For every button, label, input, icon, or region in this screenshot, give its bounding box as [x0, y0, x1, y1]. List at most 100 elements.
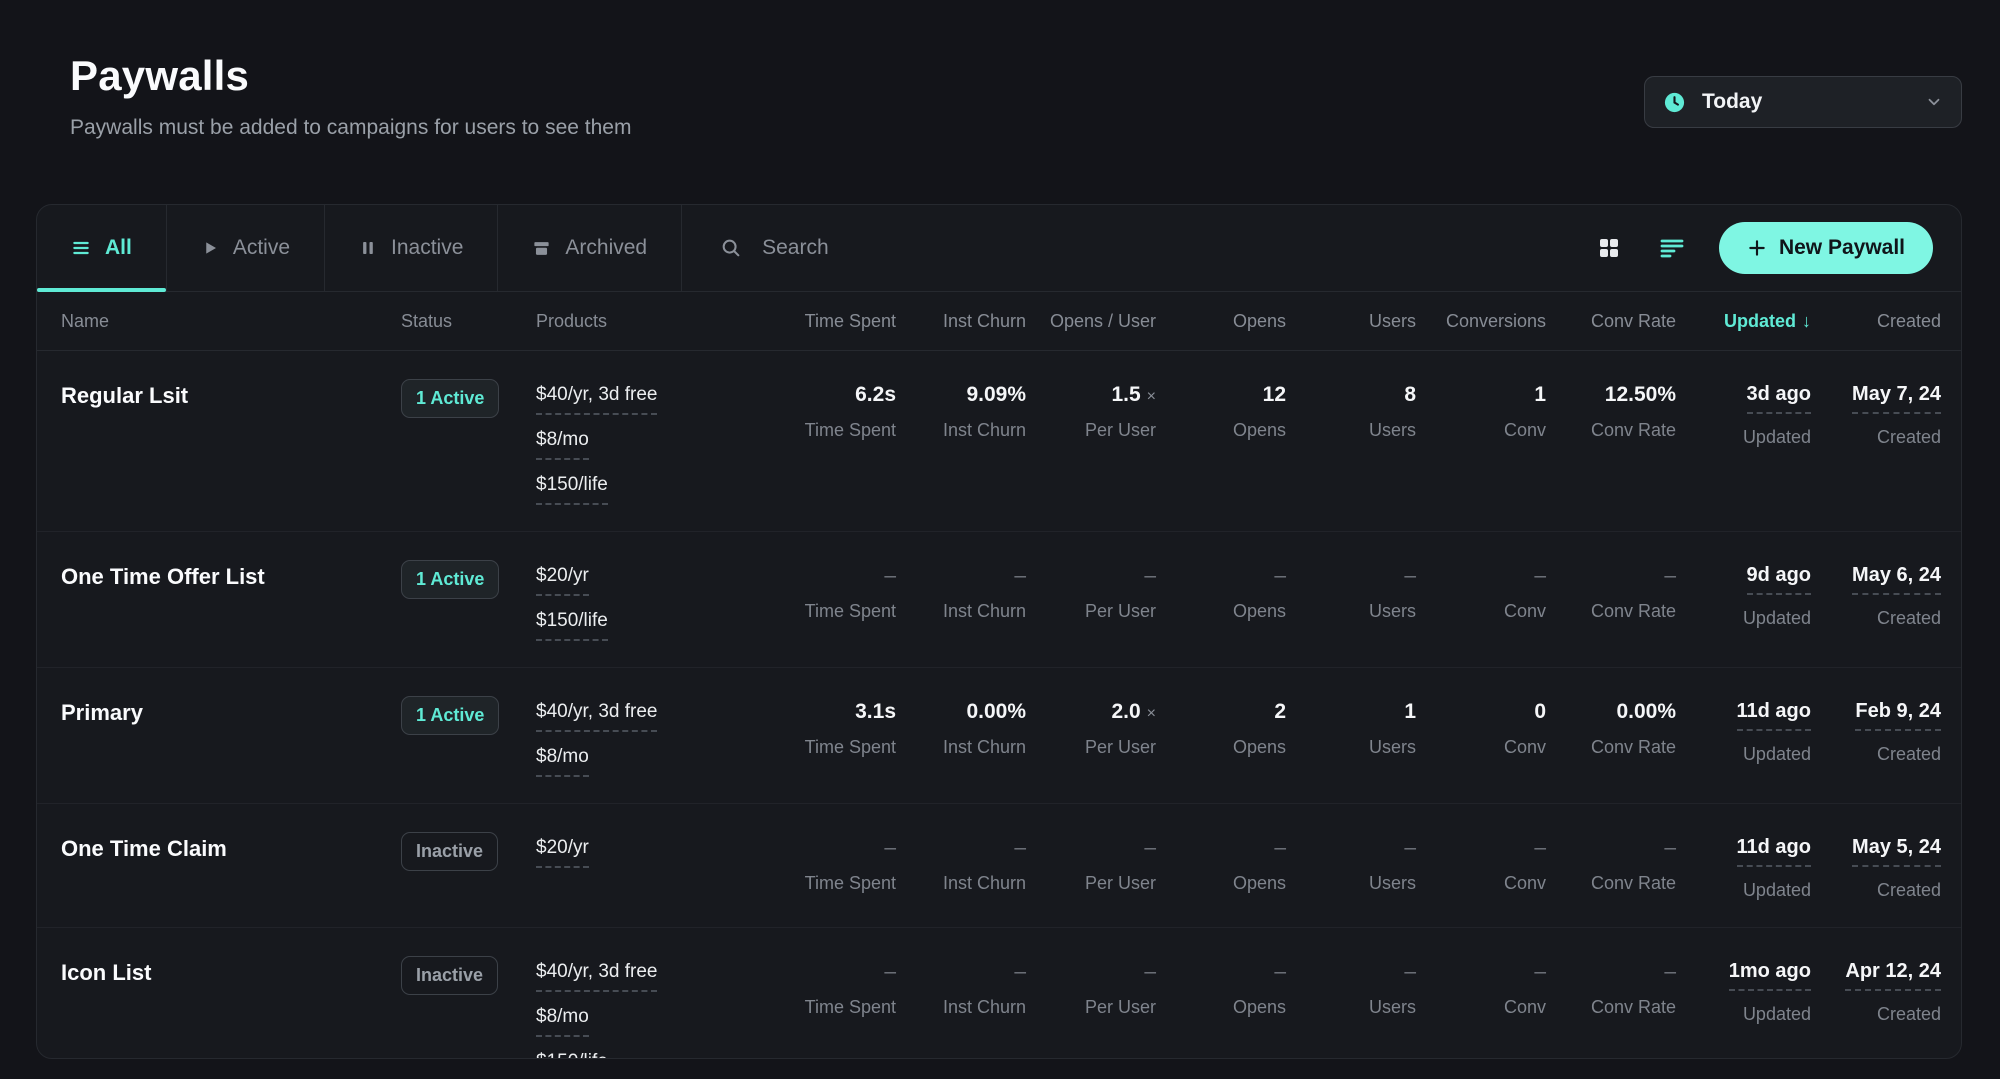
metric-cell-opens: –Opens — [1156, 956, 1286, 1059]
metric-cell-conv: – Conv — [1416, 832, 1546, 901]
created-value[interactable]: Feb 9, 24 — [1855, 700, 1941, 731]
column-header-status[interactable]: Status — [401, 311, 536, 332]
product-item[interactable]: $8/mo — [536, 429, 589, 460]
column-header-time-spent[interactable]: Time Spent — [766, 311, 896, 332]
product-item[interactable]: $40/yr, 3d free — [536, 961, 657, 992]
column-header-products[interactable]: Products — [536, 311, 766, 332]
metric-value: – — [1144, 564, 1156, 588]
tab-inactive[interactable]: Inactive — [325, 205, 498, 291]
product-item[interactable]: $150/life — [536, 610, 608, 641]
paywall-name: Primary — [61, 696, 401, 726]
updated-value[interactable]: 3d ago — [1747, 383, 1811, 414]
metric-label: Conv — [1504, 873, 1546, 894]
metric-label: Per User — [1085, 601, 1156, 622]
created-cell: May 5, 24Created — [1811, 832, 1941, 901]
created-label: Created — [1877, 1004, 1941, 1025]
multiplier-suffix: × — [1147, 705, 1156, 722]
metric-label: Conv Rate — [1591, 420, 1676, 441]
updated-label: Updated — [1743, 880, 1811, 901]
created-value[interactable]: May 7, 24 — [1852, 383, 1941, 414]
column-header-inst-churn[interactable]: Inst Churn — [896, 311, 1026, 332]
metric-value: – — [1534, 836, 1546, 860]
created-cell: Apr 12, 24 Created — [1811, 956, 1941, 1059]
metric-cell-per-user: 2.0×Per User — [1026, 696, 1156, 777]
product-item[interactable]: $40/yr, 3d free — [536, 701, 657, 732]
metric-value-text: 1 — [1404, 700, 1416, 723]
updated-label: Updated — [1743, 1004, 1811, 1025]
product-item[interactable]: $150/life — [536, 1051, 608, 1059]
created-value[interactable]: May 5, 24 — [1852, 836, 1941, 867]
table-row[interactable]: Icon ListInactive$40/yr, 3d free$8/mo$15… — [37, 928, 1961, 1059]
search-input[interactable] — [760, 235, 1184, 261]
metric-label: Conv — [1504, 601, 1546, 622]
paywall-name: One Time Offer List — [61, 560, 401, 590]
name-cell: Primary — [61, 696, 401, 777]
created-cell: May 6, 24 Created — [1811, 560, 1941, 641]
updated-value[interactable]: 11d ago — [1737, 700, 1811, 731]
metric-value: 9.09% — [966, 383, 1026, 407]
metric-label: Time Spent — [805, 420, 896, 441]
product-item[interactable]: $8/mo — [536, 1006, 589, 1037]
column-header-created[interactable]: Created — [1811, 311, 1941, 332]
metric-value: 3.1s — [855, 700, 896, 724]
tab-label: Active — [233, 236, 290, 260]
column-header-opens[interactable]: Opens — [1156, 311, 1286, 332]
metric-value-text: 1.5 — [1111, 383, 1140, 406]
new-paywall-label: New Paywall — [1779, 236, 1905, 260]
metric-label: Users — [1369, 601, 1416, 622]
column-header-conv-rate[interactable]: Conv Rate — [1546, 311, 1676, 332]
created-label: Created — [1877, 608, 1941, 629]
metric-value-text: 9.09% — [966, 383, 1026, 406]
metric-cell-conv-rate: 0.00%Conv Rate — [1546, 696, 1676, 777]
metric-empty: – — [1534, 960, 1546, 983]
metric-label: Inst Churn — [943, 601, 1026, 622]
metric-empty: – — [1274, 836, 1286, 859]
column-header-conversions[interactable]: Conversions — [1416, 311, 1546, 332]
metric-value: – — [1664, 836, 1676, 860]
created-value[interactable]: May 6, 24 — [1852, 564, 1941, 595]
product-item[interactable]: $8/mo — [536, 746, 589, 777]
new-paywall-button[interactable]: New Paywall — [1719, 222, 1933, 274]
page-header: Paywalls Paywalls must be added to campa… — [70, 52, 631, 140]
table-row[interactable]: Regular Lsit1 Active$40/yr, 3d free$8/mo… — [37, 351, 1961, 532]
column-header-users[interactable]: Users — [1286, 311, 1416, 332]
product-item[interactable]: $20/yr — [536, 565, 589, 596]
tab-all[interactable]: All — [37, 205, 167, 291]
product-item[interactable]: $40/yr, 3d free — [536, 384, 657, 415]
column-header-opens-user[interactable]: Opens / User — [1026, 311, 1156, 332]
period-selector[interactable]: Today — [1644, 76, 1962, 128]
name-cell: One Time Offer List — [61, 560, 401, 641]
metric-cell-users: –Users — [1286, 832, 1416, 901]
metric-value-text: 12.50% — [1605, 383, 1676, 406]
metric-value-text: 12 — [1263, 383, 1286, 406]
table-row[interactable]: Primary1 Active$40/yr, 3d free$8/mo3.1sT… — [37, 668, 1961, 804]
column-header-name[interactable]: Name — [61, 311, 401, 332]
products-cell: $20/yr — [536, 832, 766, 901]
list-view-button[interactable] — [1655, 232, 1689, 264]
table-row[interactable]: One Time Offer List1 Active$20/yr $150/li… — [37, 532, 1961, 668]
metric-cell-inst-churn: –Inst Churn — [896, 832, 1026, 901]
tab-archived[interactable]: Archived — [498, 205, 682, 291]
status-badge: Inactive — [401, 832, 498, 871]
product-item[interactable]: $20/yr — [536, 837, 589, 868]
metric-empty: – — [1404, 836, 1416, 859]
product-item[interactable]: $150/life — [536, 474, 608, 505]
updated-value[interactable]: 11d ago — [1737, 836, 1811, 867]
metric-empty: – — [1664, 836, 1676, 859]
clock-icon — [1663, 91, 1686, 114]
created-value[interactable]: Apr 12, 24 — [1845, 960, 1941, 991]
metric-value-text: 0.00% — [966, 700, 1026, 723]
status-cell: 1 Active — [401, 560, 536, 641]
page-title: Paywalls — [70, 52, 631, 100]
metric-value: – — [884, 564, 896, 588]
metric-cell-time-spent: –Time Spent — [766, 832, 896, 901]
tab-active[interactable]: Active — [167, 205, 325, 291]
updated-label: Updated — [1743, 427, 1811, 448]
updated-value[interactable]: 1mo ago — [1729, 960, 1811, 991]
metric-label: Per User — [1085, 737, 1156, 758]
grid-view-button[interactable] — [1593, 232, 1625, 264]
column-header-updated[interactable]: Updated↓ — [1676, 311, 1811, 332]
table-row[interactable]: One Time ClaimInactive$20/yr–Time Spent–… — [37, 804, 1961, 928]
metric-value: 8 — [1404, 383, 1416, 407]
updated-value[interactable]: 9d ago — [1747, 564, 1811, 595]
